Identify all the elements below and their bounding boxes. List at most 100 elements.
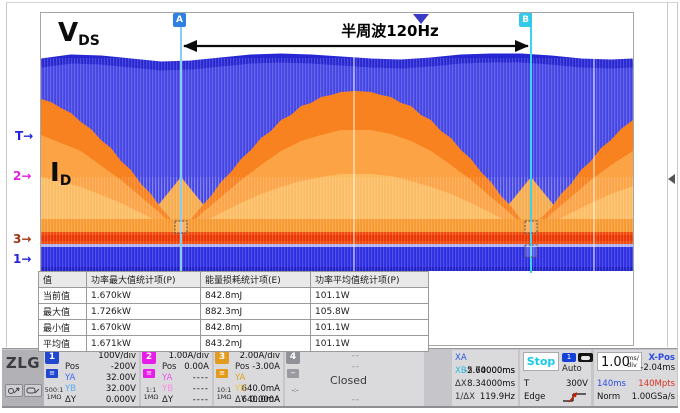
screen-frame-right xyxy=(677,2,678,347)
vds-low-band xyxy=(41,247,633,271)
channel1-scale: 100V/div xyxy=(65,351,136,362)
status-bar: ZLG 1 ≡ 500:11MΩ 100V/div Pos-200V YA32.… xyxy=(2,348,678,408)
cell: 101.1W xyxy=(311,288,429,304)
cell: 843.2mJ xyxy=(201,336,311,352)
channel3-ya: YA640.0mA xyxy=(235,373,280,384)
channel4-state: Closed xyxy=(315,374,382,388)
trigger-source-icon[interactable]: 1 xyxy=(562,353,576,362)
table-row: 当前值 1.670kW 842.8mJ 101.1W xyxy=(39,288,429,304)
channel3-position-marker[interactable]: 3→ xyxy=(13,232,31,246)
touch-gesture-icon[interactable] xyxy=(5,384,23,397)
row-label: 当前值 xyxy=(39,288,87,304)
channel2-position-marker[interactable]: 2→ xyxy=(13,169,31,183)
channel3-panel[interactable]: 3 ≡ 10:11MΩ 2.00A/div Pos-3.00A YA640.0m… xyxy=(214,350,283,406)
channel2-panel[interactable]: 2 ≡ 1:11MΩ 1.00A/div Pos0.00A YA---- YB-… xyxy=(141,350,212,406)
screen-frame-top xyxy=(6,2,677,3)
brand-logo: ZLG xyxy=(2,354,44,372)
channel3-badge[interactable]: 3 xyxy=(215,351,229,364)
row-label: 平均值 xyxy=(39,336,87,352)
trace-gap xyxy=(41,244,633,247)
rising-edge-icon xyxy=(561,390,589,407)
channel2-pos: Pos0.00A xyxy=(162,362,209,373)
screen-frame-left xyxy=(6,2,7,347)
table-header: 值 xyxy=(39,272,87,288)
channel4-badge[interactable]: 4 xyxy=(286,351,300,364)
channel3-probe: 10:11MΩ xyxy=(214,387,234,401)
timebase-scale-box[interactable]: 1.00 ms/div xyxy=(597,352,642,371)
channel1-ya: YA32.00V xyxy=(65,373,136,384)
run-stop-button[interactable]: Stop xyxy=(523,352,559,371)
vds-trace-label: VDS xyxy=(58,18,100,49)
channel1-position-marker[interactable]: 1→ xyxy=(13,252,31,266)
table-row: 最大值 1.726kW 882.3mJ 105.8W xyxy=(39,304,429,320)
cell: 101.1W xyxy=(311,336,429,352)
cell: 1.726kW xyxy=(87,304,201,320)
table-row: 平均值 1.671kW 843.2mJ 101.1W xyxy=(39,336,429,352)
id-trace-label: ID xyxy=(50,158,71,189)
cell: 105.8W xyxy=(311,304,429,320)
cursor-xa: XA-5.74000ms xyxy=(455,352,515,365)
cell: 101.1W xyxy=(311,320,429,336)
cell: 882.3mJ xyxy=(201,304,311,320)
channel2-badge[interactable]: 2 xyxy=(142,351,156,364)
channel3-coupling-icon[interactable]: ≡ xyxy=(216,369,228,378)
scroll-left-arrow-icon[interactable] xyxy=(668,174,675,184)
channel2-scale: 1.00A/div xyxy=(162,351,209,362)
channel1-dy: ΔY0.000V xyxy=(65,395,136,406)
trigger-panel[interactable]: Stop 1 Auto T300V Edge xyxy=(520,350,591,406)
cell: 1.670kW xyxy=(87,320,201,336)
row-label: 最大值 xyxy=(39,304,87,320)
channel1-coupling-icon[interactable]: ≡ xyxy=(46,369,58,378)
channel2-probe: 1:11MΩ xyxy=(141,387,161,401)
channel1-pos: Pos-200V xyxy=(65,362,136,373)
channel2-yb: YB---- xyxy=(162,384,209,395)
cell: 842.8mJ xyxy=(201,288,311,304)
table-header: 功率最大值统计项(P) xyxy=(87,272,201,288)
channel2-dy: ΔY---- xyxy=(162,395,209,406)
trigger-level-marker[interactable]: T→ xyxy=(15,129,33,143)
acquisition-window-row: 140ms140Mpts xyxy=(597,378,675,390)
channel2-ya: YA---- xyxy=(162,373,209,384)
channel4-coupling-icon[interactable]: − xyxy=(287,369,299,378)
cell: 1.670kW xyxy=(87,288,201,304)
xpos-value: -2.04ms xyxy=(640,363,675,373)
half-cycle-arrow xyxy=(183,40,529,52)
trigger-level-row: T300V xyxy=(524,378,588,390)
sample-mode-row: Norm1.00GSa/s xyxy=(597,391,675,403)
cursor-readout-panel[interactable]: XA-5.74000ms XB2.60000ms ΔX8.34000ms 1/Δ… xyxy=(452,350,518,406)
half-cycle-annotation: 半周波120Hz xyxy=(300,20,480,41)
channel4-panel[interactable]: 4 − -:- -- -- Closed -- xyxy=(285,350,424,406)
cursor-dx: ΔX8.34000ms xyxy=(455,378,515,391)
channel1-yb: YB32.00V xyxy=(65,384,136,395)
channel3-yb: YB640.0mA xyxy=(235,384,280,395)
oscilloscope-screen: T→ 2→ 3→ 1→ xyxy=(0,0,680,413)
xpos-label: X-Pos xyxy=(648,353,675,363)
cursor-xb: XB2.60000ms xyxy=(455,365,515,378)
cursor-a-badge[interactable]: A xyxy=(173,13,186,27)
trigger-mode[interactable]: Auto xyxy=(562,364,582,374)
cell: 1.671kW xyxy=(87,336,201,352)
channel4-dash: -- xyxy=(352,395,360,406)
channel1-panel[interactable]: 1 ≡ 500:11MΩ 100V/div Pos-200V YA32.00V … xyxy=(44,350,139,406)
measurement-table: 值 功率最大值统计项(P) 能量损耗统计项(E) 功率平均值统计项(P) 当前值… xyxy=(38,271,429,352)
channel4-probe: -:- xyxy=(285,387,305,394)
table-header-row: 值 功率最大值统计项(P) 能量损耗统计项(E) 功率平均值统计项(P) xyxy=(39,272,429,288)
table-header: 功率平均值统计项(P) xyxy=(311,272,429,288)
channel3-scale: 2.00A/div xyxy=(235,351,280,362)
cell: 842.8mJ xyxy=(201,320,311,336)
timebase-panel[interactable]: 1.00 ms/div X-Pos -2.04ms 140ms140Mpts N… xyxy=(594,350,677,406)
row-label: 最小值 xyxy=(39,320,87,336)
channel2-coupling-icon[interactable]: ≡ xyxy=(143,369,155,378)
drag-gesture-icon[interactable] xyxy=(24,384,42,397)
channel1-badge[interactable]: 1 xyxy=(45,351,59,364)
cursor-inv-dx: 1/ΔX119.9Hz xyxy=(455,391,515,404)
channel1-probe: 500:11MΩ xyxy=(44,387,64,401)
trigger-memory-icon xyxy=(578,353,593,362)
channel4-dash: -- xyxy=(352,351,360,362)
cursor-b-badge[interactable]: B xyxy=(519,13,532,27)
channel3-dy: ΔY0.000A xyxy=(235,395,280,406)
brand-block: ZLG xyxy=(2,350,44,406)
channel4-dash: -- xyxy=(352,362,360,373)
channel3-pos: Pos-3.00A xyxy=(235,362,280,373)
table-header: 能量损耗统计项(E) xyxy=(201,272,311,288)
